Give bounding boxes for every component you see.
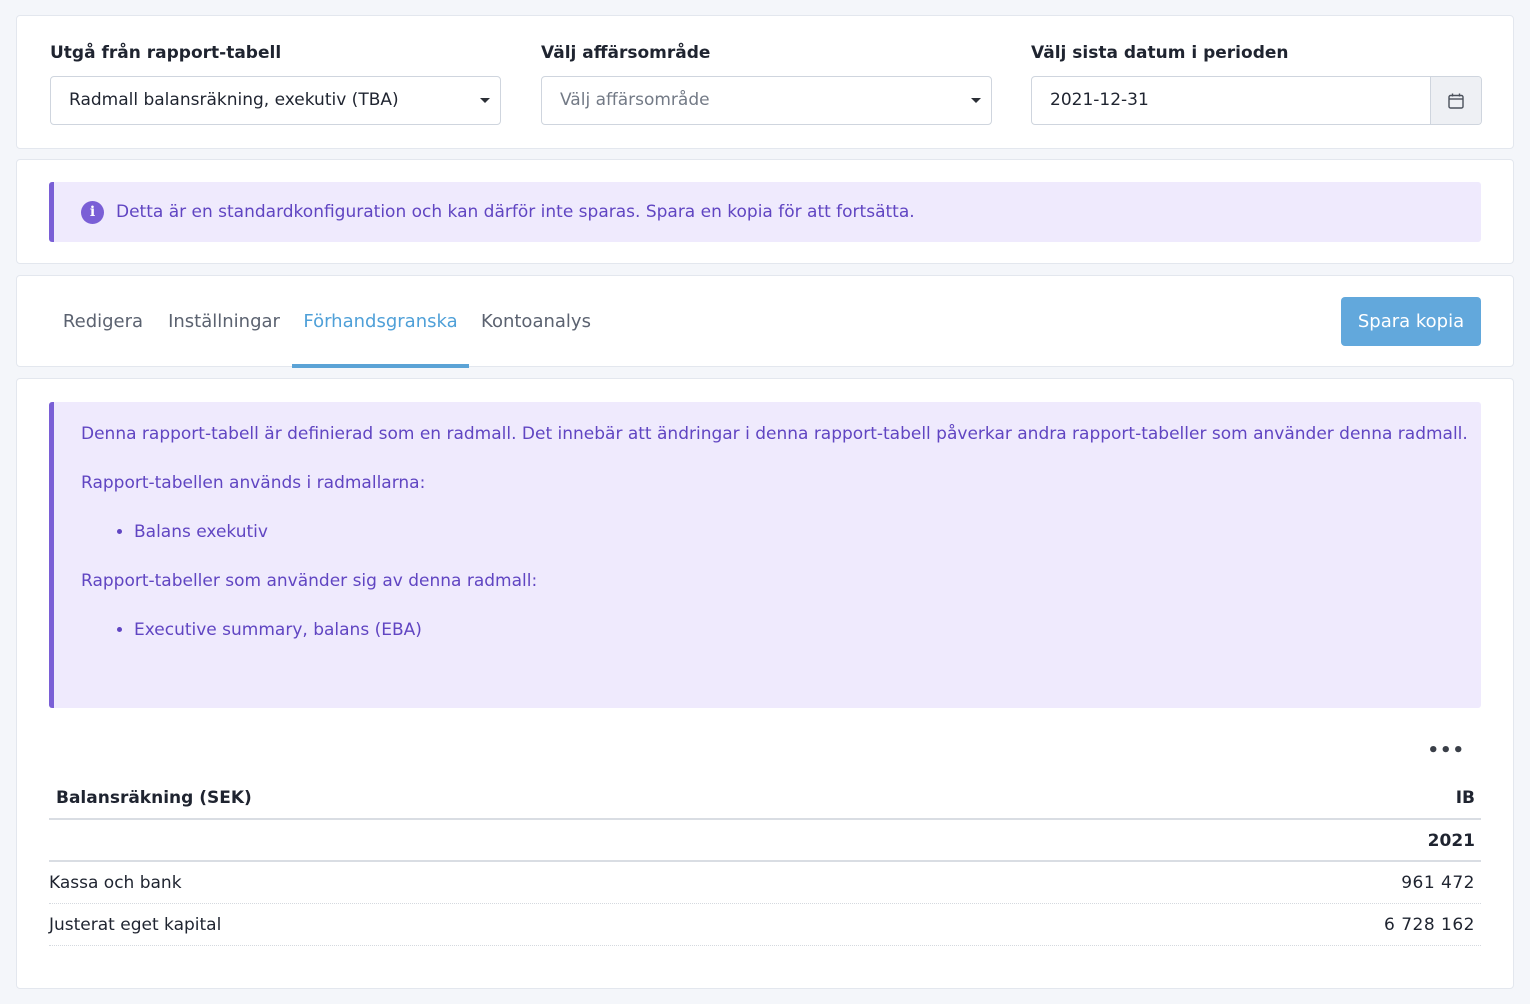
end-date-input[interactable]: 2021-12-31 <box>1031 76 1482 125</box>
tabs-card: Redigera Inställningar Förhandsgranska K… <box>16 275 1514 368</box>
info-icon: i <box>81 200 104 224</box>
column-year: 2021 <box>1427 831 1475 851</box>
users-list: Executive summary, balans (EBA) <box>134 616 1454 644</box>
more-options-icon[interactable]: ••• <box>1427 742 1465 760</box>
used-in-list: Balans exekutiv <box>134 518 1454 546</box>
end-date-label: Välj sista datum i perioden <box>1031 43 1289 63</box>
business-area-filter: Välj affärsområde Välj affärsområde <box>541 42 992 125</box>
tab-forhandsgranska[interactable]: Förhandsgranska <box>292 276 469 368</box>
table-header-row: Balansräkning (SEK) IB <box>49 776 1481 820</box>
row-label: Justerat eget kapital <box>49 915 222 935</box>
report-table-filter: Utgå från rapport-tabell Radmall balansr… <box>50 42 501 125</box>
tab-installningar[interactable]: Inställningar <box>156 276 292 367</box>
report-table-select[interactable]: Radmall balansräkning, exekutiv (TBA) <box>50 76 501 125</box>
business-area-select[interactable]: Välj affärsområde <box>541 76 992 125</box>
row-value: 6 728 162 <box>1383 915 1475 935</box>
business-area-placeholder: Välj affärsområde <box>560 90 710 110</box>
end-date-value: 2021-12-31 <box>1050 90 1149 110</box>
tab-kontoanalys[interactable]: Kontoanalys <box>469 276 603 367</box>
list-item: Executive summary, balans (EBA) <box>134 616 1454 644</box>
report-table-value: Radmall balansräkning, exekutiv (TBA) <box>69 90 399 110</box>
calendar-icon <box>1448 93 1464 109</box>
save-copy-button[interactable]: Spara kopia <box>1341 297 1481 346</box>
users-heading: Rapport-tabeller som använder sig av den… <box>81 571 538 591</box>
notice-card: i Detta är en standardkonfiguration och … <box>16 159 1514 264</box>
business-area-label: Välj affärsområde <box>541 43 711 63</box>
report-table: Balansräkning (SEK) IB 2021 Kassa och ba… <box>49 776 1481 946</box>
table-year-row: 2021 <box>49 820 1481 862</box>
preview-card: Denna rapport-tabell är definierad som e… <box>16 378 1514 989</box>
filters-card: Utgå från rapport-tabell Radmall balansr… <box>16 15 1514 149</box>
row-label: Kassa och bank <box>49 873 182 893</box>
table-row: Kassa och bank 961 472 <box>49 862 1481 904</box>
notice-text: Detta är en standardkonfiguration och ka… <box>116 202 915 222</box>
end-date-filter: Välj sista datum i perioden 2021-12-31 <box>1031 42 1482 125</box>
calendar-button[interactable] <box>1430 77 1481 124</box>
caret-down-icon <box>480 98 490 103</box>
table-row: Justerat eget kapital 6 728 162 <box>49 904 1481 946</box>
row-value: 961 472 <box>1401 873 1475 893</box>
row-template-info: Denna rapport-tabell är definierad som e… <box>49 402 1481 708</box>
tab-redigera[interactable]: Redigera <box>50 276 156 367</box>
standard-config-notice: i Detta är en standardkonfiguration och … <box>49 182 1481 242</box>
used-in-heading: Rapport-tabellen används i radmallarna: <box>81 473 426 493</box>
info-description: Denna rapport-tabell är definierad som e… <box>81 424 1468 444</box>
list-item: Balans exekutiv <box>134 518 1454 546</box>
caret-down-icon <box>971 98 981 103</box>
report-table-label: Utgå från rapport-tabell <box>50 43 282 63</box>
table-title: Balansräkning (SEK) <box>56 788 252 808</box>
column-header-ib: IB <box>1455 788 1475 808</box>
